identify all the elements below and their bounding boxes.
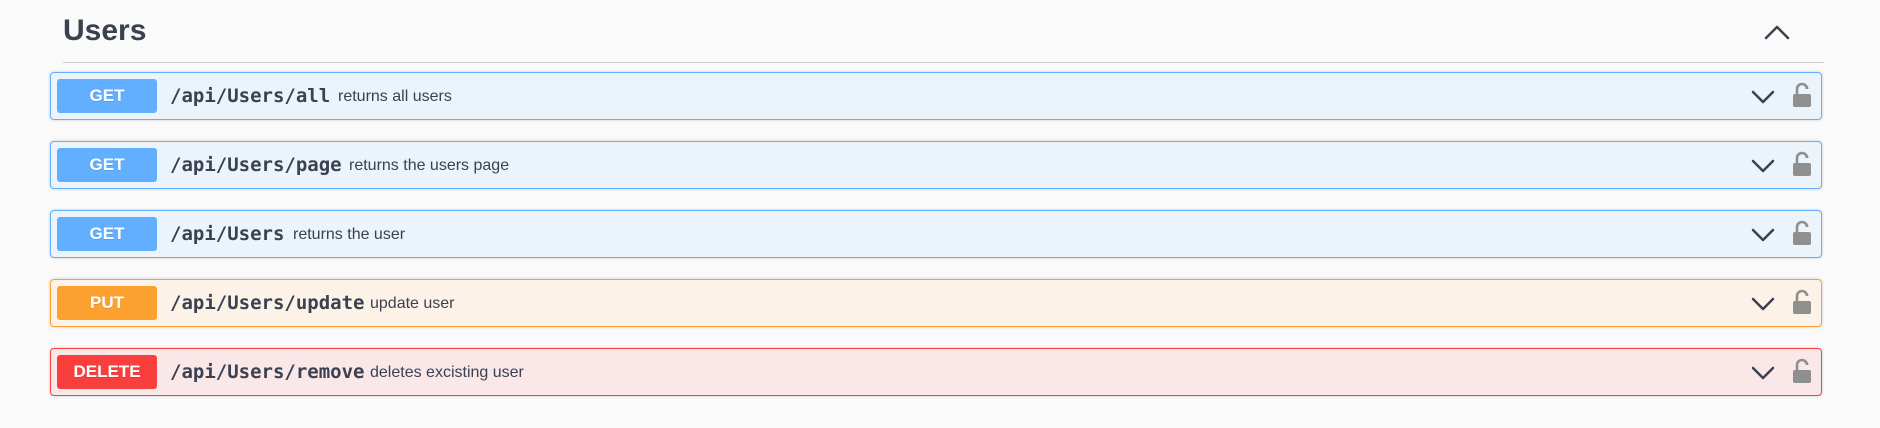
chevron-down-icon[interactable] — [1750, 223, 1776, 247]
section-title: Users — [63, 14, 147, 47]
chevron-down-icon[interactable] — [1750, 361, 1776, 385]
section-header[interactable]: Users — [63, 0, 1824, 63]
method-badge: DELETE — [57, 355, 157, 389]
chevron-down-icon[interactable] — [1750, 85, 1776, 109]
method-badge: GET — [57, 217, 157, 251]
method-badge: GET — [57, 148, 157, 182]
operation-get-users-page[interactable]: GET /api/Users/page returns the users pa… — [50, 141, 1822, 189]
unlock-icon[interactable] — [1792, 220, 1812, 246]
unlock-icon[interactable] — [1792, 151, 1812, 177]
endpoint-path: /api/Users/remove — [170, 361, 365, 383]
endpoint-summary: update user — [370, 295, 455, 312]
endpoint-path: /api/Users — [170, 223, 285, 245]
endpoint-summary: returns the users page — [349, 157, 510, 174]
chevron-up-icon[interactable] — [1762, 19, 1792, 43]
users-section: Users GET /api/Users/all returns all use… — [50, 0, 1824, 396]
unlock-icon[interactable] — [1792, 82, 1812, 108]
operation-get-users[interactable]: GET /api/Users returns the user — [50, 210, 1822, 258]
method-badge: PUT — [57, 286, 157, 320]
endpoint-summary: returns all users — [338, 88, 452, 105]
chevron-down-icon[interactable] — [1750, 292, 1776, 316]
operation-get-users-all[interactable]: GET /api/Users/all returns all users — [50, 72, 1822, 120]
method-badge: GET — [57, 79, 157, 113]
endpoint-path: /api/Users/all — [170, 85, 331, 107]
operation-delete-users-remove[interactable]: DELETE /api/Users/remove deletes excisti… — [50, 348, 1822, 396]
endpoint-path: /api/Users/page — [170, 154, 342, 176]
unlock-icon[interactable] — [1792, 289, 1812, 315]
endpoint-summary: deletes excisting user — [370, 364, 524, 381]
unlock-icon[interactable] — [1792, 358, 1812, 384]
endpoint-summary: returns the user — [293, 226, 406, 243]
operation-put-users-update[interactable]: PUT /api/Users/update update user — [50, 279, 1822, 327]
endpoint-path: /api/Users/update — [170, 292, 365, 314]
chevron-down-icon[interactable] — [1750, 154, 1776, 178]
